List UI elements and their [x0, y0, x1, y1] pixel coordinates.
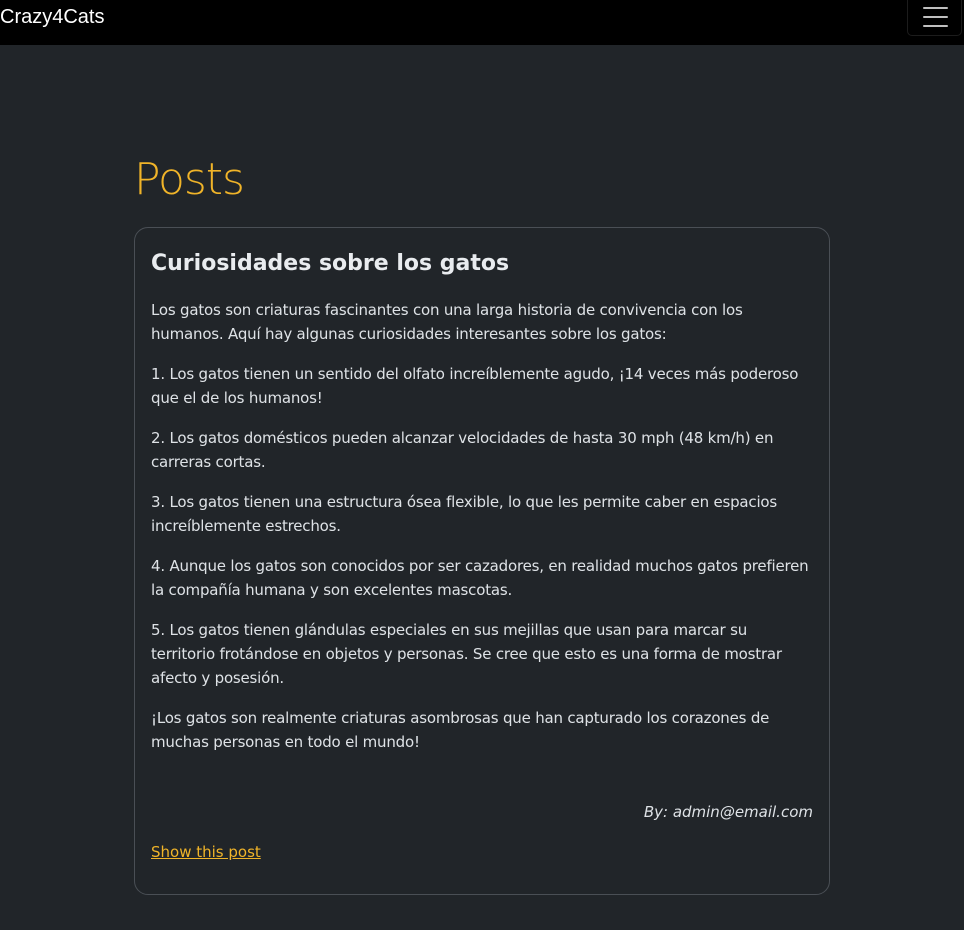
show-post-link[interactable]: Show this post	[151, 840, 261, 864]
post-paragraph: ¡Los gatos son realmente criaturas asomb…	[151, 709, 770, 751]
post-paragraph: 4. Aunque los gatos son conocidos por se…	[151, 557, 809, 599]
post-card: Curiosidades sobre los gatos Los gatos s…	[134, 227, 830, 895]
brand-link[interactable]: Crazy4Cats	[0, 5, 104, 29]
post-paragraph: 2. Los gatos domésticos pueden alcanzar …	[151, 429, 774, 471]
post-title: Curiosidades sobre los gatos	[151, 251, 510, 276]
navbar: Crazy4Cats	[0, 0, 964, 45]
post-author: By: admin@email.com	[643, 803, 813, 821]
post-paragraph: 5. Los gatos tienen glándulas especiales…	[151, 621, 782, 687]
page-title: Posts	[134, 154, 245, 205]
post-paragraph: 3. Los gatos tienen una estructura ósea …	[151, 493, 778, 535]
main-content: Posts Curiosidades sobre los gatos Los g…	[134, 150, 830, 895]
post-paragraph: 1. Los gatos tienen un sentido del olfat…	[151, 365, 799, 407]
post-paragraph: Los gatos son criaturas fascinantes con …	[151, 301, 743, 343]
navbar-toggler-button[interactable]	[907, 0, 962, 36]
